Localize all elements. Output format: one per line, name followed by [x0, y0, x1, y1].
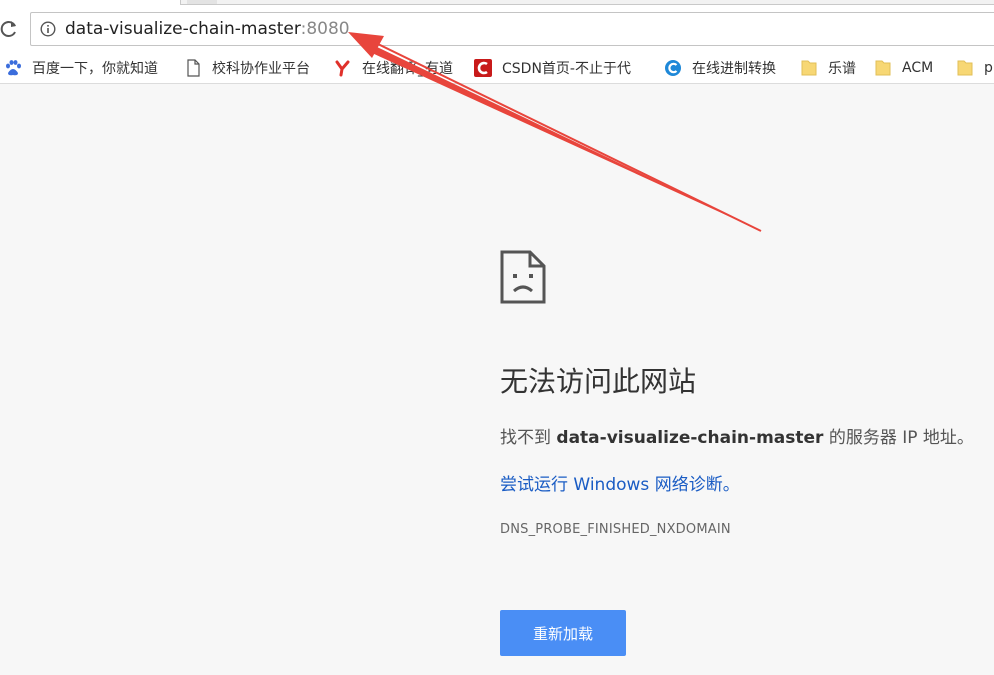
bookmark-youdao[interactable]: 在线翻译_有道: [334, 57, 453, 79]
reload-icon: [0, 21, 16, 37]
folder-icon: [875, 60, 891, 76]
bookmark-baidu[interactable]: 百度一下，你就知道: [4, 57, 158, 79]
url-host: data-visualize-chain-master: [65, 19, 301, 39]
folder-icon: [801, 60, 817, 76]
folder-icon: [957, 60, 973, 76]
url-port: :8080: [300, 19, 350, 39]
error-desc-prefix: 找不到: [500, 428, 557, 448]
bookmark-csdn[interactable]: CSDN首页-不止于代: [474, 57, 631, 79]
bookmark-label: 在线翻译_有道: [362, 61, 453, 77]
bookmark-label: 在线进制转换: [692, 61, 776, 77]
active-tab-edge[interactable]: [187, 0, 217, 4]
error-desc-suffix: 的服务器 IP 地址。: [823, 428, 974, 448]
c-logo-icon: [665, 60, 681, 76]
bookmark-homework[interactable]: 校科协作业平台: [184, 57, 310, 79]
network-diagnostics-link[interactable]: 尝试运行 Windows 网络诊断。: [500, 470, 740, 495]
youdao-icon: [335, 60, 350, 77]
error-page: 无法访问此网站 找不到 data-visualize-chain-master …: [0, 84, 994, 675]
bookmark-base-convert[interactable]: 在线进制转换: [664, 57, 776, 79]
baidu-paw-icon: [6, 60, 21, 76]
bookmark-label: 乐谱: [828, 61, 856, 77]
reload-button[interactable]: [0, 17, 18, 39]
bookmark-label: CSDN首页-不止于代: [502, 61, 631, 77]
bookmark-folder-acm[interactable]: ACM: [874, 57, 933, 79]
error-code: DNS_PROBE_FINISHED_NXDOMAIN: [500, 522, 731, 537]
bookmark-label: ACM: [902, 60, 934, 76]
browser-toolbar: data-visualize-chain-master:8080: [0, 0, 994, 52]
bookmarks-bar: 百度一下，你就知道 校科协作业平台 在线翻译_有道 CSDN首页-不止于代 在线…: [0, 52, 994, 84]
error-desc-host: data-visualize-chain-master: [556, 428, 824, 448]
page-icon: [187, 59, 200, 77]
url-text[interactable]: data-visualize-chain-master:8080: [65, 19, 350, 39]
address-bar[interactable]: data-visualize-chain-master:8080: [30, 12, 994, 46]
sad-page-icon: [500, 250, 546, 304]
error-description: 找不到 data-visualize-chain-master 的服务器 IP …: [500, 423, 974, 448]
bookmark-label: 百度一下，你就知道: [32, 61, 158, 77]
reload-page-button[interactable]: 重新加载: [500, 610, 626, 656]
tab-strip: [180, 0, 994, 5]
bookmark-label: p: [984, 60, 993, 76]
bookmark-folder-sheet-music[interactable]: 乐谱: [800, 57, 856, 79]
info-icon[interactable]: [40, 21, 56, 37]
bookmark-folder-p[interactable]: p: [956, 57, 993, 79]
bookmark-label: 校科协作业平台: [212, 61, 310, 77]
csdn-icon: [474, 59, 492, 77]
error-title: 无法访问此网站: [500, 365, 697, 398]
